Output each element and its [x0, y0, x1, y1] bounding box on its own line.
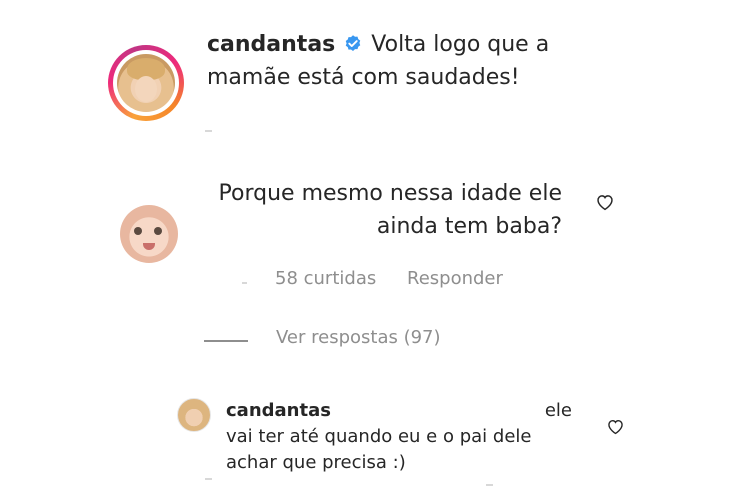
like-count[interactable]: 58 curtidas — [275, 268, 376, 289]
faint-mark — [486, 484, 493, 486]
comment-text: Porque mesmo nessa idade ele ainda tem b… — [218, 181, 562, 239]
caption-username[interactable]: candantas — [207, 32, 335, 57]
verified-badge-icon — [346, 35, 361, 51]
reply-text: vai ter até quando eu e o pai dele achar… — [226, 426, 532, 473]
heart-icon[interactable] — [606, 418, 625, 435]
reply: candantas ele vai ter até quando eu e o … — [226, 398, 572, 476]
view-replies-line — [204, 340, 248, 342]
commenter-avatar[interactable] — [120, 205, 178, 263]
reply-avatar[interactable] — [177, 398, 211, 432]
reply-username[interactable]: candantas — [226, 398, 331, 424]
heart-icon[interactable] — [595, 193, 615, 211]
owner-avatar-photo — [117, 54, 175, 112]
faint-mark — [205, 478, 212, 480]
faint-mark — [242, 282, 247, 284]
reply-text-start: ele — [544, 400, 572, 421]
reply-button[interactable]: Responder — [407, 268, 503, 289]
view-replies-button[interactable]: Ver respostas (97) — [276, 327, 441, 348]
faint-mark — [205, 130, 212, 132]
owner-avatar[interactable] — [108, 45, 184, 121]
post-caption: candantas Volta logo que a mamãe está co… — [207, 28, 627, 94]
